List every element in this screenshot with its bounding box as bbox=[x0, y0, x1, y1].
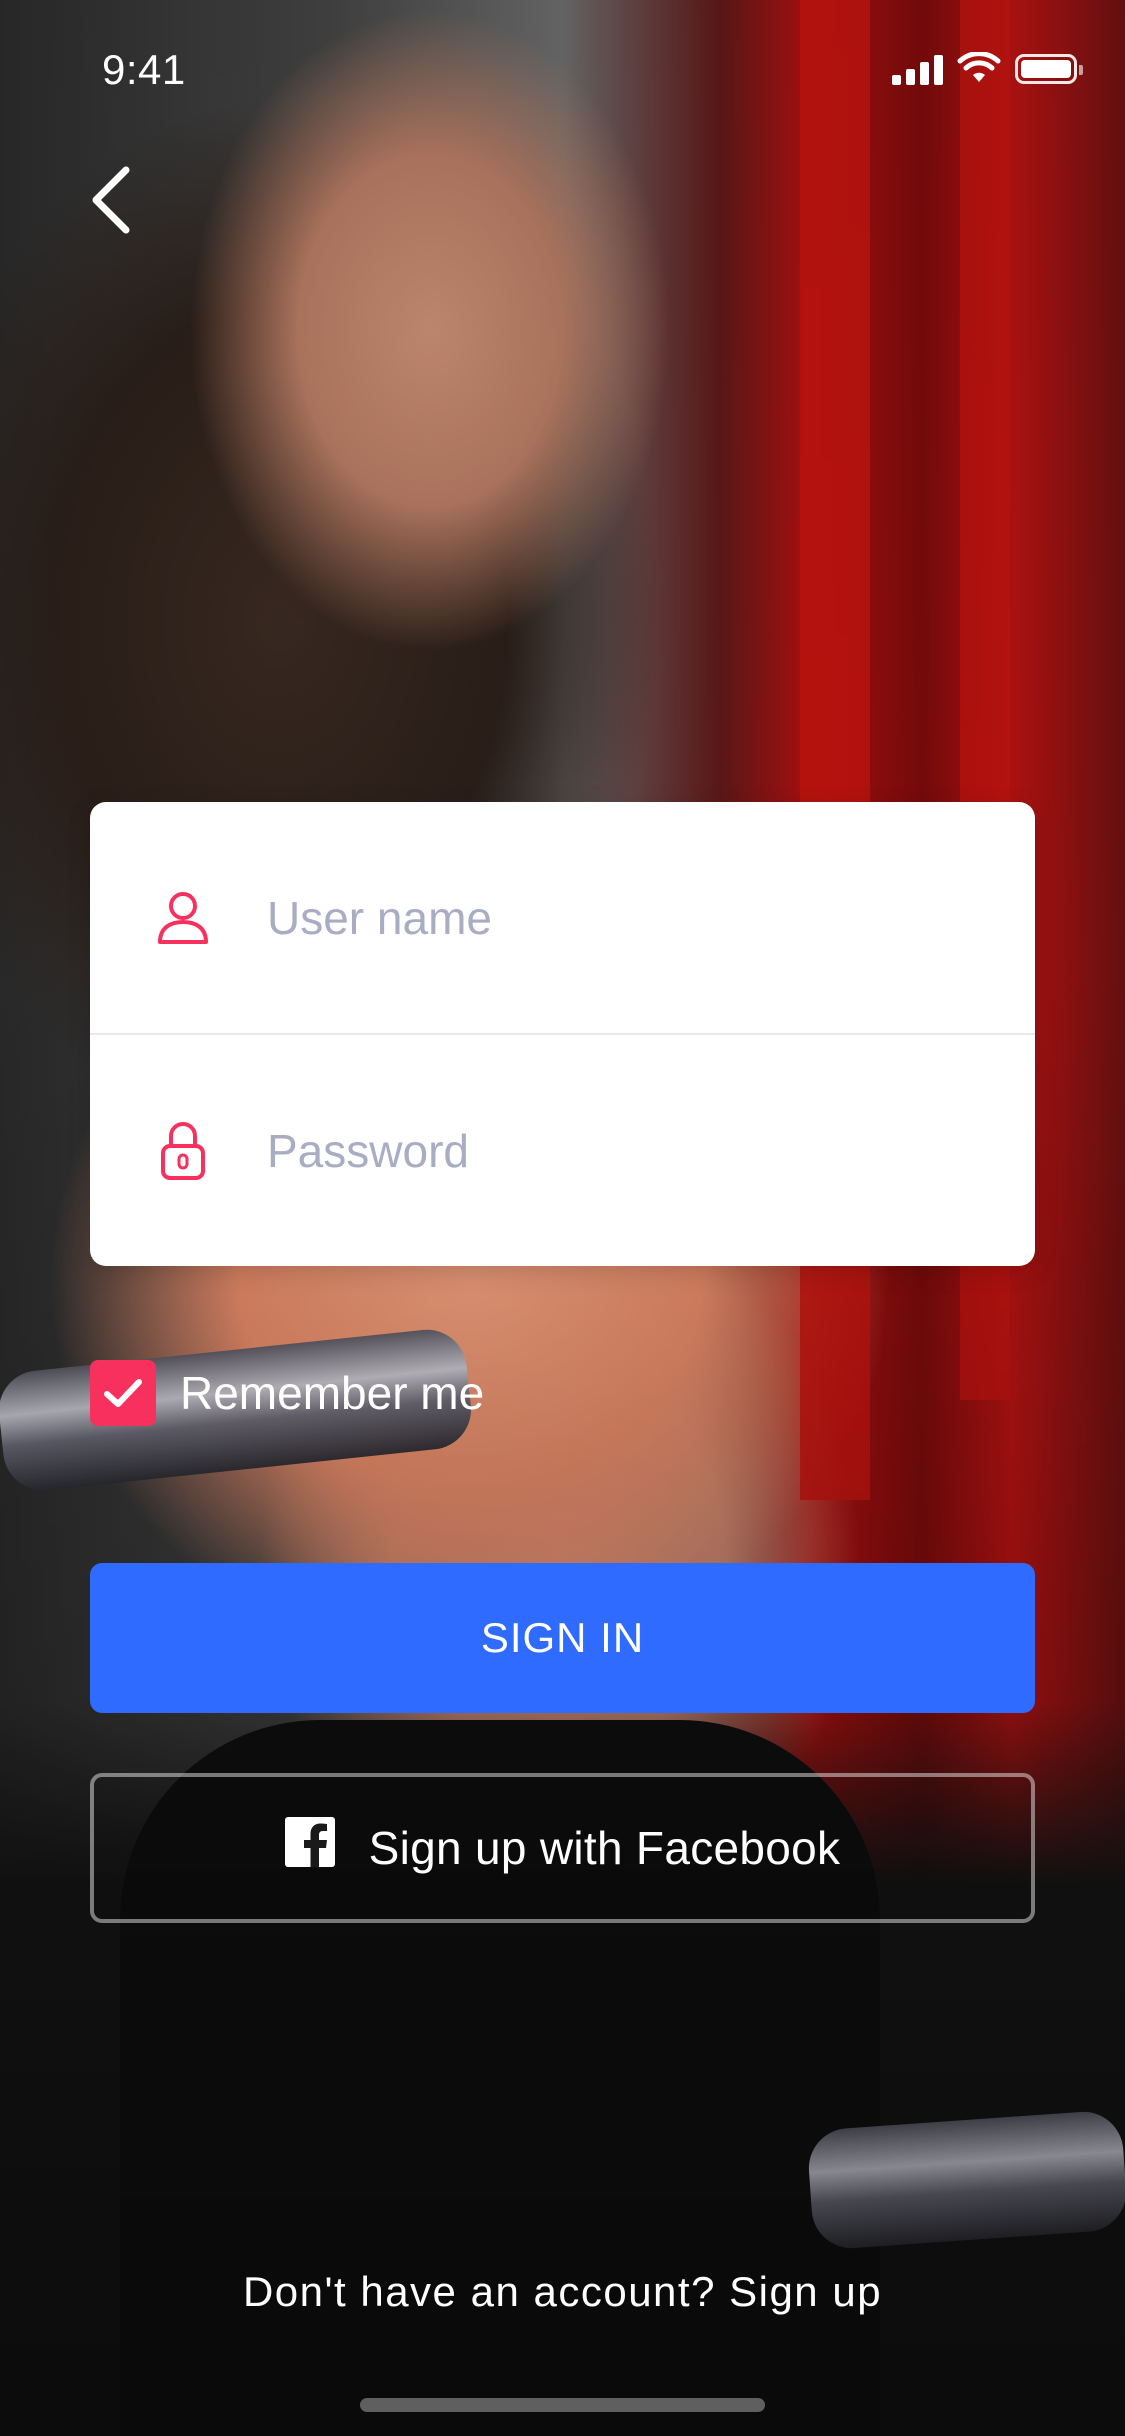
user-icon bbox=[156, 888, 210, 948]
username-input[interactable] bbox=[267, 890, 995, 945]
remember-me-checkbox[interactable] bbox=[90, 1360, 156, 1426]
password-input[interactable] bbox=[267, 1123, 995, 1178]
remember-me-row[interactable]: Remember me bbox=[90, 1360, 484, 1426]
chevron-left-icon bbox=[92, 166, 130, 234]
remember-me-label: Remember me bbox=[180, 1367, 485, 1419]
back-button[interactable] bbox=[80, 160, 140, 240]
signup-link[interactable]: Don't have an account? Sign up bbox=[0, 2268, 1125, 2316]
home-indicator bbox=[360, 2398, 765, 2412]
facebook-signup-label: Sign up with Facebook bbox=[368, 1822, 841, 1874]
login-card bbox=[90, 802, 1035, 1266]
lock-icon bbox=[156, 1121, 210, 1181]
sign-in-button[interactable]: SIGN IN bbox=[90, 1563, 1035, 1713]
battery-icon bbox=[1015, 54, 1083, 84]
login-screen: 9:41 User name Remember me SIGN IN Sign … bbox=[0, 0, 1125, 2436]
cellular-signal-icon bbox=[892, 53, 943, 85]
status-bar: 9:41 bbox=[0, 0, 1125, 132]
username-field bbox=[90, 802, 1035, 1033]
status-icons bbox=[892, 52, 1083, 86]
checkmark-icon bbox=[104, 1379, 142, 1407]
facebook-icon bbox=[284, 1817, 335, 1867]
password-field bbox=[90, 1035, 1035, 1266]
status-time: 9:41 bbox=[102, 46, 186, 93]
facebook-signup-button[interactable]: Sign up with Facebook bbox=[90, 1773, 1035, 1923]
wifi-icon bbox=[957, 52, 1001, 82]
